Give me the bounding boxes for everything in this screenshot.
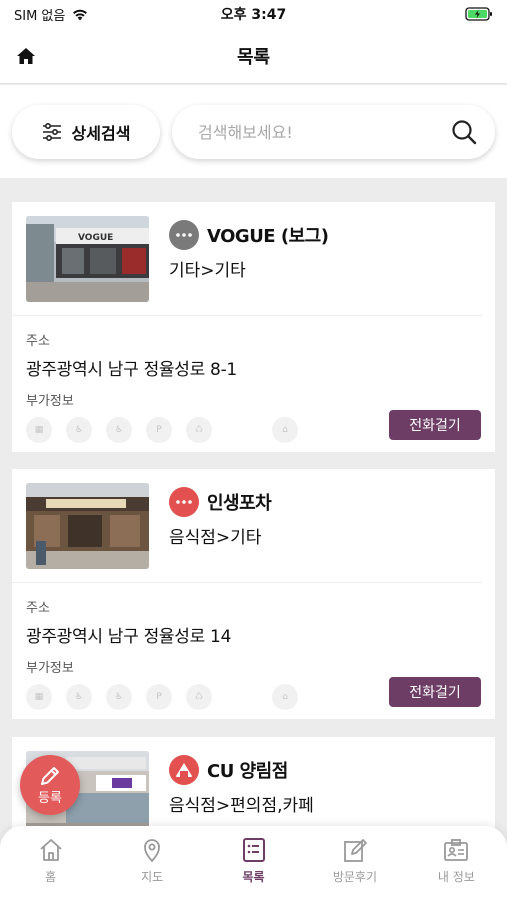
- more-dots-icon: [169, 220, 199, 250]
- address-label: 주소: [26, 601, 50, 616]
- map-pin-icon: [144, 839, 161, 863]
- rice-ball-icon: [169, 755, 199, 785]
- parking-icon: P: [146, 417, 172, 443]
- register-label: 등록: [38, 790, 62, 806]
- threshold-icon: ⌂: [272, 417, 298, 443]
- nav-label: 지도: [141, 870, 164, 884]
- nav-label: 홈: [45, 870, 57, 884]
- place-name: VOGUE (보그): [207, 226, 329, 247]
- call-button[interactable]: 전화걸기: [389, 677, 481, 707]
- battery-icon: [465, 7, 492, 21]
- home-button[interactable]: [12, 42, 40, 70]
- wifi-icon: [73, 9, 88, 20]
- review-icon: [344, 839, 367, 862]
- app-header: 목록: [0, 28, 507, 84]
- threshold-icon: ⌂: [272, 684, 298, 710]
- nav-label: 방문후기: [332, 870, 377, 884]
- wheelchair-icon: ♿: [106, 417, 132, 443]
- elevator-icon: ▦: [26, 417, 52, 443]
- restroom-icon: ♺: [186, 417, 212, 443]
- call-button[interactable]: 전화걸기: [389, 410, 481, 440]
- nav-my-info[interactable]: 내 정보: [406, 836, 507, 900]
- wheelchair-icon: ♿: [106, 684, 132, 710]
- home-icon: [40, 839, 62, 861]
- place-name: 인생포차: [207, 493, 272, 514]
- place-photo: [26, 483, 149, 569]
- nav-label: 내 정보: [437, 870, 475, 884]
- home-icon: [17, 48, 35, 64]
- wheelchair-ramp-icon: ♿: [66, 417, 92, 443]
- search-box: [172, 105, 495, 159]
- restroom-icon: ♺: [186, 684, 212, 710]
- nav-map[interactable]: 지도: [101, 836, 202, 900]
- place-category: 기타>기타: [169, 261, 246, 281]
- status-bar: SIM 없음 오후 3:47: [0, 0, 507, 28]
- place-category: 음식점>편의점,카페: [169, 796, 314, 816]
- profile-card-icon: [444, 839, 469, 861]
- place-card[interactable]: VOGUE VOGUE (보그) 기타>기타 주소 광주광역시 남구 정율성로 …: [12, 202, 495, 452]
- nav-label: 목록: [242, 870, 265, 884]
- page-title: 목록: [236, 46, 271, 68]
- place-card[interactable]: 인생포차 음식점>기타 주소 광주광역시 남구 정율성로 14 부가정보 ▦ ♿…: [12, 469, 495, 719]
- detail-search-button[interactable]: 상세검색: [12, 105, 160, 159]
- search-input[interactable]: [198, 122, 451, 142]
- detail-search-label: 상세검색: [71, 124, 131, 143]
- extra-info-label: 부가정보: [26, 661, 74, 676]
- pencil-icon: [41, 766, 59, 785]
- place-category: 음식점>기타: [169, 528, 262, 548]
- search-area: 상세검색: [0, 85, 507, 178]
- place-address: 광주광역시 남구 정율성로 8-1: [26, 360, 237, 380]
- register-button[interactable]: 등록: [20, 755, 80, 815]
- list-icon: [242, 838, 265, 862]
- extra-info-label: 부가정보: [26, 394, 74, 409]
- search-icon[interactable]: [451, 119, 477, 145]
- nav-list[interactable]: 목록: [203, 836, 304, 900]
- place-address: 광주광역시 남구 정율성로 14: [26, 627, 232, 647]
- carrier-label: SIM 없음: [14, 8, 66, 24]
- more-dots-icon: [169, 487, 199, 517]
- parking-icon: P: [146, 684, 172, 710]
- place-photo: VOGUE: [26, 216, 149, 302]
- wheelchair-ramp-icon: ♿: [66, 684, 92, 710]
- place-name: CU 양림점: [207, 761, 288, 782]
- bottom-nav: 홈 지도 목록 방문후기 내 정보: [0, 826, 507, 900]
- elevator-icon: ▦: [26, 684, 52, 710]
- nav-review[interactable]: 방문후기: [304, 836, 405, 900]
- sliders-icon: [42, 123, 61, 141]
- nav-home[interactable]: 홈: [0, 836, 101, 900]
- address-label: 주소: [26, 334, 50, 349]
- svg-text:VOGUE: VOGUE: [78, 233, 113, 243]
